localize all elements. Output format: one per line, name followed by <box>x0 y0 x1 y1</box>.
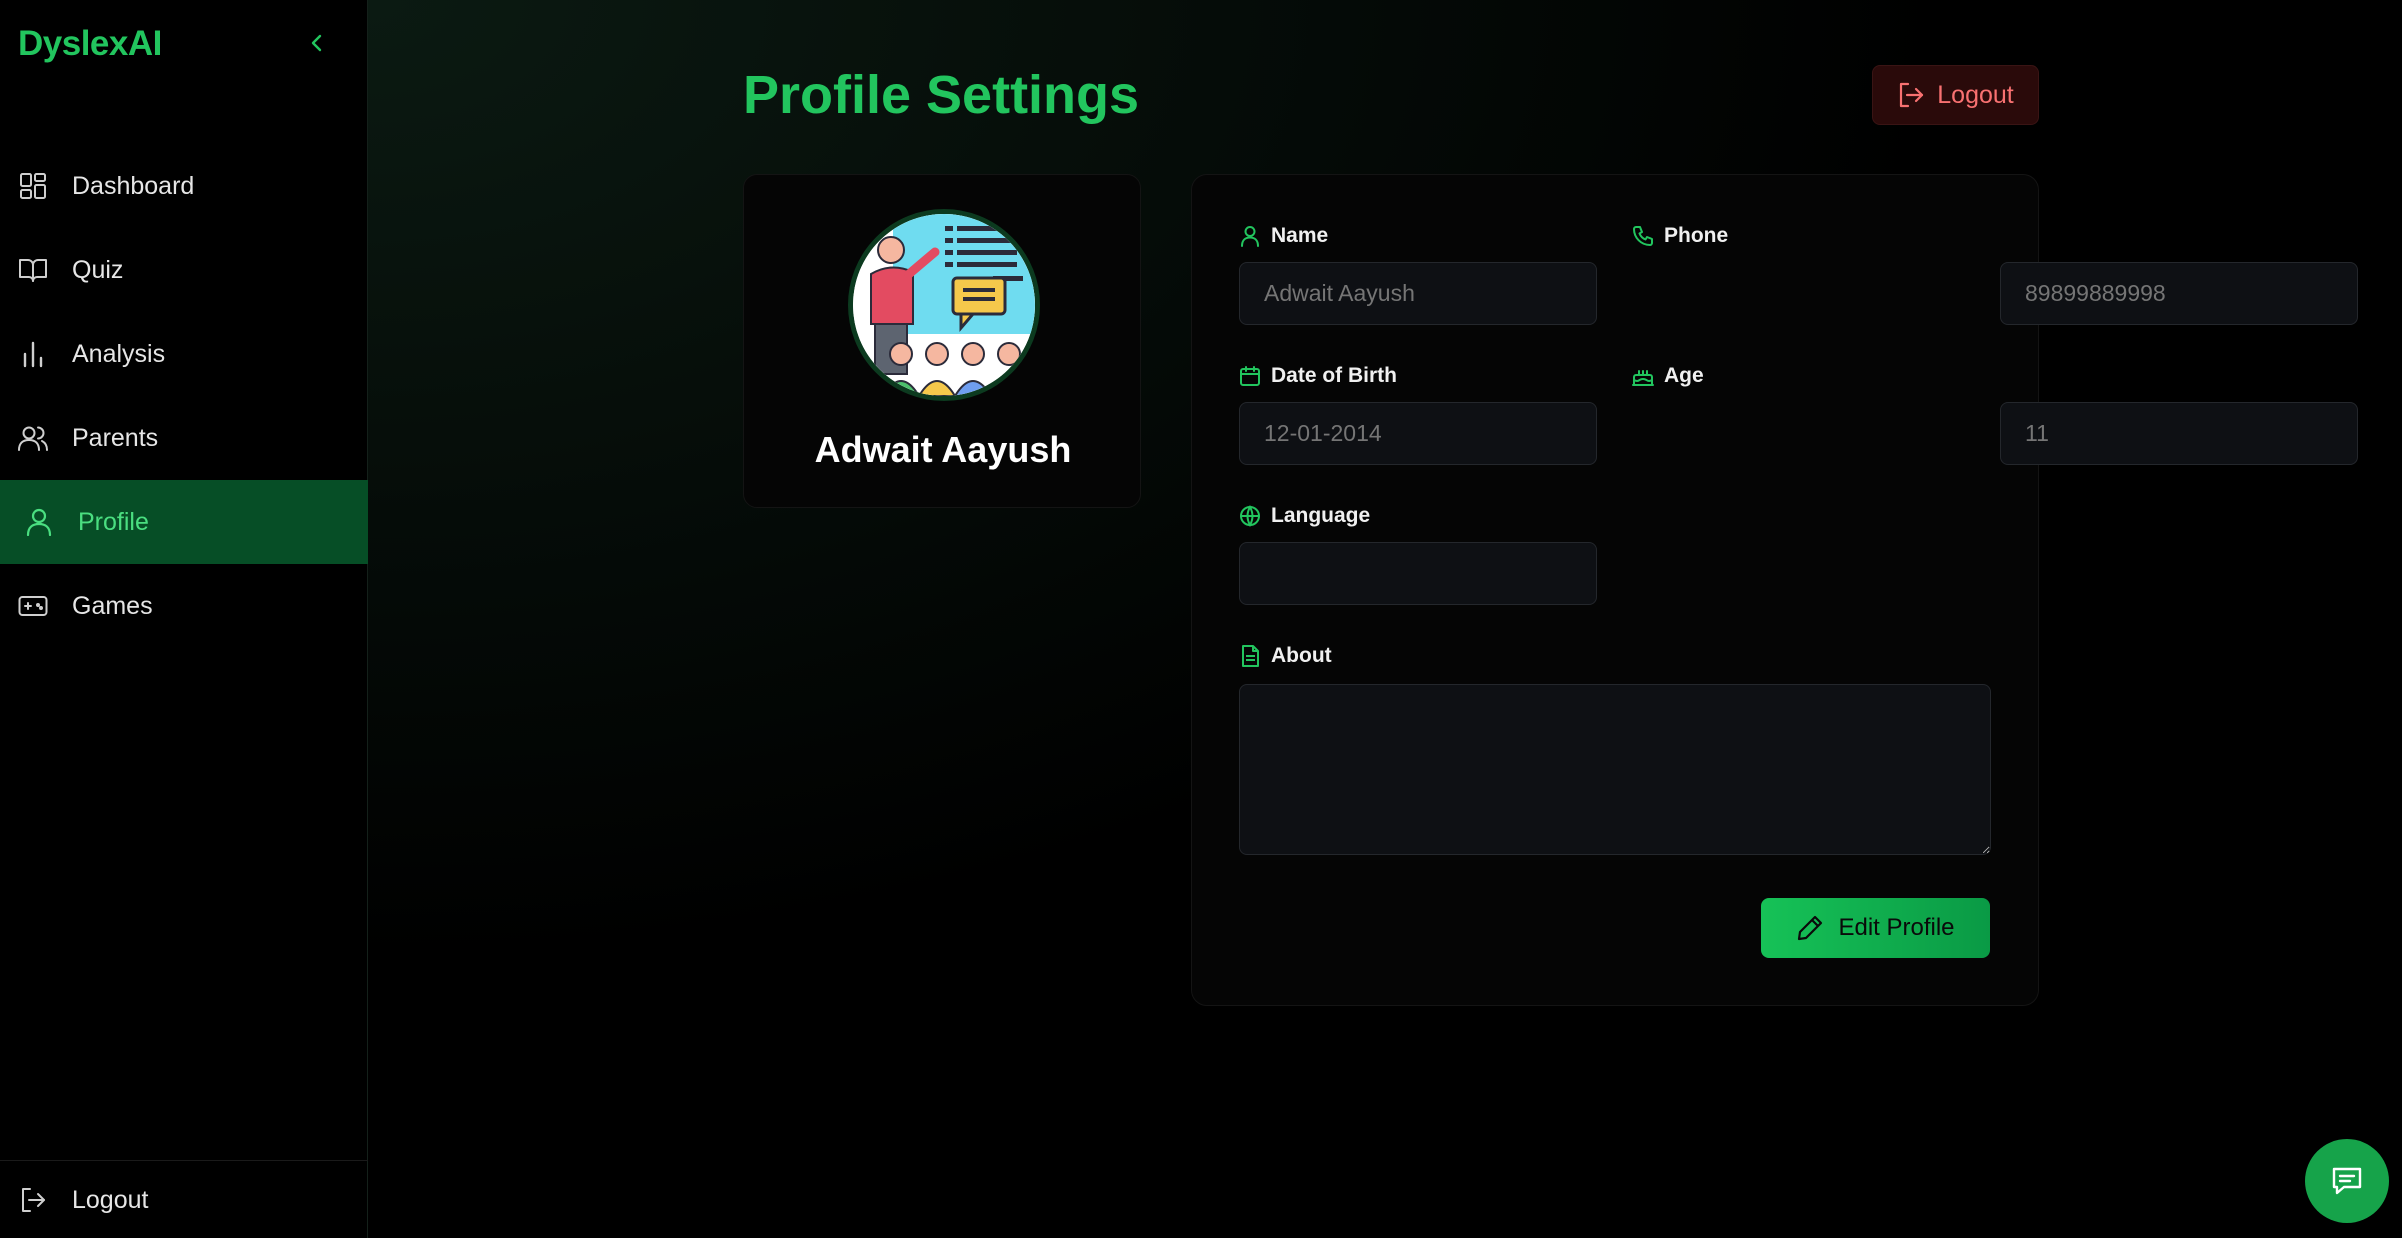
about-label-text: About <box>1271 644 1332 667</box>
sidebar-logout-button[interactable]: Logout <box>0 1161 368 1238</box>
sidebar-item-games[interactable]: Games <box>0 564 368 648</box>
logout-label: Logout <box>1937 80 2014 109</box>
bar-chart-icon <box>18 339 48 369</box>
dob-label-text: Date of Birth <box>1271 364 1397 387</box>
edit-profile-label: Edit Profile <box>1838 914 1955 941</box>
main-content: Profile Settings Logout Adwait Aayush Na… <box>368 0 2402 1238</box>
brand-logo[interactable]: DyslexAI <box>18 24 162 64</box>
users-icon <box>18 423 48 453</box>
chevron-left-icon <box>311 34 322 52</box>
sidebar-item-label: Quiz <box>72 255 124 284</box>
phone-label-text: Phone <box>1664 224 1729 247</box>
phone-input[interactable] <box>2000 262 2358 325</box>
age-input[interactable] <box>2000 402 2358 465</box>
user-icon <box>1239 225 1261 247</box>
edit-profile-button[interactable]: Edit Profile <box>1761 898 1990 958</box>
sidebar-item-label: Parents <box>72 423 159 452</box>
sidebar-logout-label: Logout <box>72 1185 149 1214</box>
user-icon <box>24 507 54 537</box>
dob-field-label: Date of Birth <box>1239 364 1397 388</box>
logout-button[interactable]: Logout <box>1872 65 2039 125</box>
collapse-sidebar-button[interactable] <box>302 26 332 60</box>
language-field-label: Language <box>1239 504 1370 528</box>
pencil-icon <box>1798 915 1823 941</box>
dashboard-icon <box>18 171 48 201</box>
avatar[interactable] <box>848 209 1040 401</box>
sidebar-item-label: Dashboard <box>72 171 195 200</box>
book-icon <box>18 255 48 285</box>
about-textarea[interactable] <box>1239 684 1991 855</box>
dob-input[interactable] <box>1239 402 1597 465</box>
sidebar: DyslexAI Dashboard Quiz Analysis Parents… <box>0 0 368 1238</box>
language-label-text: Language <box>1271 504 1371 527</box>
globe-icon <box>1239 505 1261 527</box>
sidebar-item-dashboard[interactable]: Dashboard <box>0 144 368 228</box>
sidebar-item-analysis[interactable]: Analysis <box>0 312 368 396</box>
name-input[interactable] <box>1239 262 1597 325</box>
sidebar-item-parents[interactable]: Parents <box>0 396 368 480</box>
gamepad-icon <box>18 591 48 621</box>
sidebar-footer: Logout <box>0 1160 368 1238</box>
chat-icon <box>2332 1167 2362 1195</box>
teacher-illustration-icon <box>853 214 1035 396</box>
page-title: Profile Settings <box>743 65 1140 125</box>
sidebar-item-label: Profile <box>78 507 149 536</box>
calendar-icon <box>1239 365 1261 387</box>
profile-card: Adwait Aayush <box>743 174 1141 508</box>
language-input[interactable] <box>1239 542 1597 605</box>
sidebar-item-quiz[interactable]: Quiz <box>0 228 368 312</box>
cake-icon <box>1632 365 1654 387</box>
logout-icon <box>1900 82 1924 108</box>
document-icon <box>1239 645 1261 667</box>
phone-icon <box>1632 225 1654 247</box>
age-label-text: Age <box>1664 364 1704 387</box>
name-field-label: Name <box>1239 224 1328 248</box>
sidebar-item-label: Games <box>72 591 153 620</box>
age-field-label: Age <box>1632 364 1704 388</box>
logout-icon <box>18 1185 48 1215</box>
profile-name: Adwait Aayush <box>814 429 1072 470</box>
phone-field-label: Phone <box>1632 224 1728 248</box>
sidebar-item-profile[interactable]: Profile <box>0 480 368 564</box>
chat-button[interactable] <box>2305 1139 2389 1223</box>
about-field-label: About <box>1239 644 1332 668</box>
name-label-text: Name <box>1271 224 1329 247</box>
app-root: DyslexAI Dashboard Quiz Analysis Parents… <box>0 0 2402 1238</box>
sidebar-item-label: Analysis <box>72 339 166 368</box>
